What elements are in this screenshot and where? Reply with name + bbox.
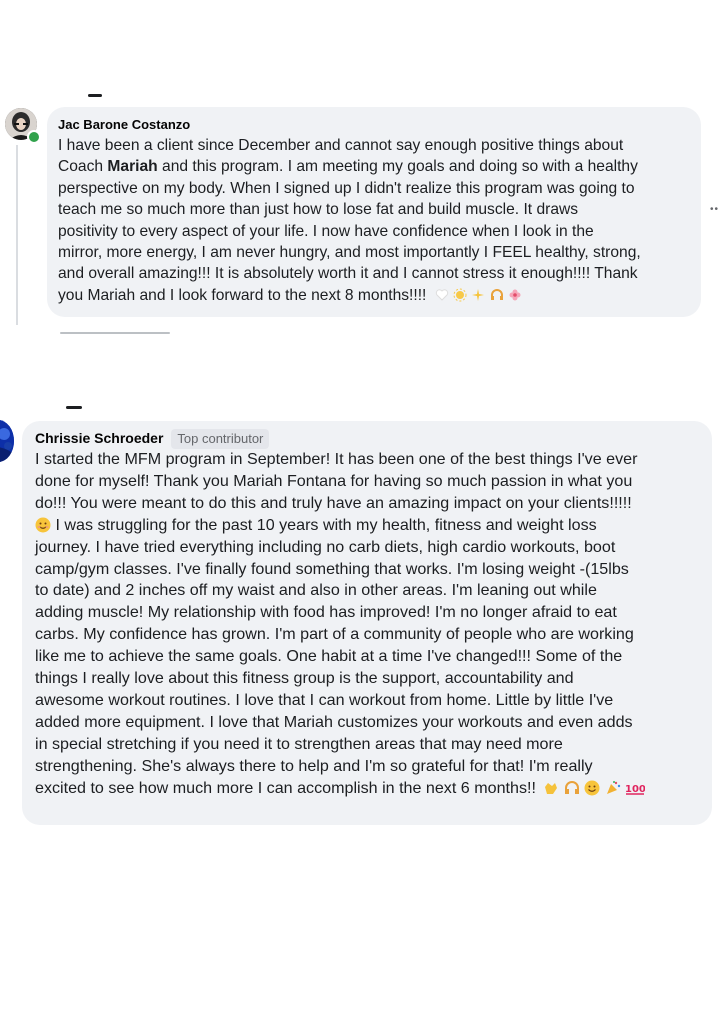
comment-line: carbs. My confidence has grown. I'm part… <box>35 625 634 644</box>
comment-text-segment: and this program. I am meeting my goals … <box>157 158 638 176</box>
headphones-icon <box>564 780 579 794</box>
profile-photo-icon <box>0 420 14 462</box>
comment-line: positivity to every aspect of your life.… <box>58 222 594 240</box>
top-divider <box>88 94 102 97</box>
comment-line: done for myself! Thank you Mariah Fontan… <box>35 471 633 490</box>
sun-icon <box>453 288 467 302</box>
comment-line: do!!! You were meant to do this and trul… <box>35 493 632 512</box>
comment-text: I have been a client since December and … <box>58 135 689 306</box>
comment-author[interactable]: Chrissie Schroeder <box>35 430 163 446</box>
comment-line: I started the MFM program in September! … <box>35 450 638 468</box>
more-options-icon[interactable]: •• <box>710 204 719 215</box>
comment-line: adding muscle! My relationship with food… <box>35 603 617 622</box>
comment-text-segment: Coach <box>58 158 108 176</box>
white-heart-icon <box>435 289 448 301</box>
comment-line: added more equipment. I love that Mariah… <box>35 712 633 731</box>
comment-author[interactable]: Jac Barone Costanzo <box>58 116 689 134</box>
comment-bubble: Chrissie Schroeder Top contributor I star… <box>22 421 712 825</box>
comment-line: you Mariah and I look forward to the nex… <box>58 285 689 306</box>
comment-text-segment: I was struggling for the past 10 years w… <box>51 515 597 534</box>
comment-line: excited to see how much more I can accom… <box>35 778 700 800</box>
headphones-icon <box>490 288 503 300</box>
top-contributor-badge: Top contributor <box>171 429 270 449</box>
online-status-dot <box>27 130 41 144</box>
mention-mariah[interactable]: Mariah <box>107 158 157 175</box>
clapping-hands-icon <box>545 782 558 794</box>
comment-line: things I really love about this fitness … <box>35 669 574 688</box>
smiling-face-icon <box>35 517 51 533</box>
comment-line: strengthening. She's always there to hel… <box>35 756 593 775</box>
top-divider <box>66 406 82 409</box>
comment-text: I started the MFM program in September! … <box>35 449 700 800</box>
avatar[interactable] <box>0 420 14 462</box>
party-popper-icon <box>606 780 621 794</box>
comment-text-segment: excited to see how much more I can accom… <box>35 778 536 797</box>
sparkles-icon <box>472 288 485 301</box>
comment-bubble: Jac Barone Costanzo I have been a client… <box>47 107 701 317</box>
cut-off-reply-line <box>60 332 170 334</box>
smiley-face-icon <box>584 780 600 796</box>
comment-line: Coach Mariah and this program. I am meet… <box>58 156 689 177</box>
comment-line: camp/gym classes. I've finally found som… <box>35 559 629 578</box>
comment-line: like me to achieve the same goals. One h… <box>35 647 623 666</box>
hundred-points-icon: 100 <box>625 784 646 795</box>
comment-line: to date) and 2 inches off my waist and a… <box>35 581 597 600</box>
comment-line: awesome workout routines. I love that I … <box>35 690 614 709</box>
thread-line <box>16 145 18 325</box>
flower-icon <box>509 289 521 301</box>
comment-line: journey. I have tried everything includi… <box>35 537 616 556</box>
emoji-row <box>435 287 522 304</box>
emoji-row: 100 <box>543 779 646 797</box>
comment-line: perspective on my body. When I signed up… <box>58 179 635 197</box>
comment-line: I was struggling for the past 10 years w… <box>35 515 700 537</box>
comment-line: and overall amazing!!! It is absolutely … <box>58 265 638 283</box>
comment-line: teach me so much more than just how to l… <box>58 201 579 219</box>
comment-line: I have been a client since December and … <box>58 137 624 154</box>
comment-text-segment: you Mariah and I look forward to the nex… <box>58 286 427 304</box>
comment-line: mirror, more energy, I am never hungry, … <box>58 244 641 262</box>
comment-header: Chrissie Schroeder Top contributor <box>35 429 700 449</box>
comment-line: in special stretching if you need it to … <box>35 734 563 753</box>
